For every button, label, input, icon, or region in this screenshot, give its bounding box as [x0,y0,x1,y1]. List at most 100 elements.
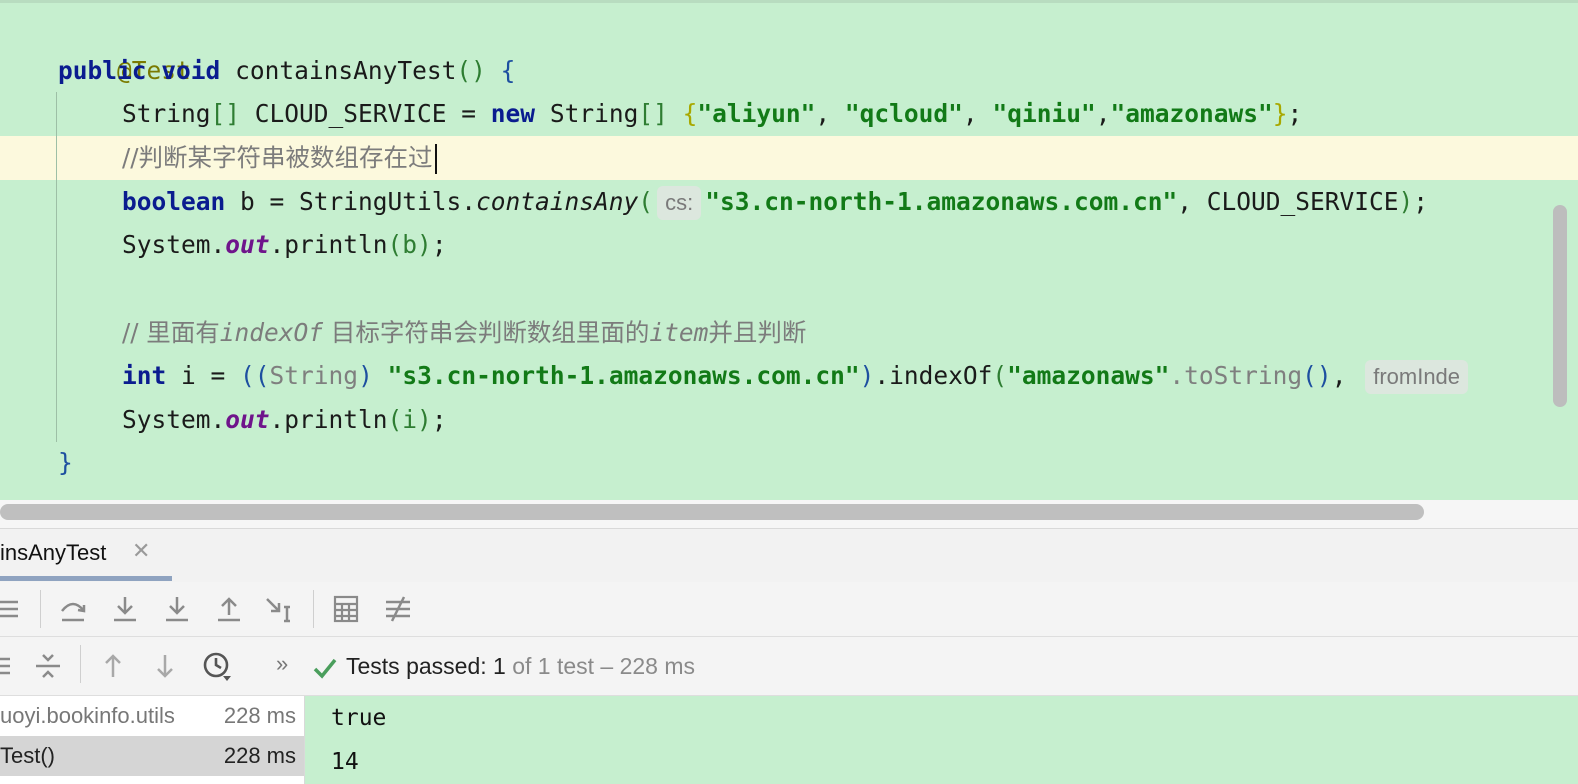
text-caret [434,144,437,174]
tests-passed-label: Tests passed: 1 [346,653,506,679]
test-history-clock-icon[interactable] [201,650,233,682]
keyword-public: public [58,56,147,85]
tree-item-time: 228 ms [223,703,296,728]
checkmark-icon [313,658,337,679]
code-line-10[interactable]: System.out.println(i); [122,398,447,442]
previous-failed-test-icon[interactable] [97,650,129,682]
trace-stream-icon[interactable] [382,593,414,625]
run-tab-bar: insAnyTest ✕ [0,528,1578,583]
console-output[interactable]: true 14 [305,696,1578,784]
step-out-icon[interactable] [213,593,245,625]
test-results-toolbar: » Tests passed: 1 of 1 test – 228 ms [0,637,1578,696]
editor-top-border [0,0,1578,3]
debug-toolbar [0,582,1578,637]
string-literal: "aliyun" [697,99,816,128]
method-name: containsAnyTest [235,56,457,85]
code-line-9[interactable]: int i = ((String) "s3.cn-north-1.amazona… [122,354,1472,398]
evaluate-expression-icon[interactable] [330,593,362,625]
code-editor[interactable]: @Test public void containsAnyTest() { St… [0,0,1578,500]
toolbar-separator [313,590,314,628]
code-line-11[interactable]: } [58,441,73,485]
line-comment: //判断某字符串被数组存在过 [122,143,433,172]
open-paren: ( [638,187,654,216]
test-tree: uoyi.bookinfo.utils 228 ms Test() 228 ms [0,696,305,784]
code-line-6[interactable]: System.out.println(b); [122,223,447,267]
semicolon: ; [1413,187,1428,216]
call-args: (b) [387,230,432,259]
menu-lines-icon[interactable] [0,593,24,625]
semicolon: ; [1287,99,1303,128]
test-status: Tests passed: 1 of 1 test – 228 ms [312,650,695,682]
toolbar-separator [40,590,41,628]
next-failed-test-icon[interactable] [149,650,181,682]
comma: , [962,99,993,128]
force-step-into-icon[interactable] [161,593,193,625]
string-literal: "s3.cn-north-1.amazonaws.com.cn" [372,361,860,390]
variable-decl: CLOUD_SERVICE = [240,99,491,128]
comma: , [1331,361,1362,390]
step-into-icon[interactable] [109,593,141,625]
code-line-5[interactable]: boolean b = StringUtils.containsAny(cs: "… [122,180,1428,224]
parameter-hint-fromindex: fromInde [1365,360,1469,394]
comma: , [815,99,845,128]
variable-decl: b = StringUtils. [225,187,477,216]
code-line-1[interactable]: @Test [58,5,191,85]
call-args: (i) [387,405,432,434]
class-ref: System. [122,230,226,259]
run-tab-label: insAnyTest [0,540,107,565]
comment-part: indexOf [219,318,324,347]
tree-item-method[interactable]: Test() 228 ms [0,736,304,776]
semicolon: ; [431,405,447,434]
keyword-boolean: boolean [122,187,226,216]
semicolon: ; [431,230,447,259]
empty-parens: () [1302,361,1332,390]
tests-summary: of 1 test – 228 ms [505,653,696,679]
method-call: .indexOf [874,361,993,390]
run-tab[interactable]: insAnyTest ✕ [0,529,172,581]
code-line-8[interactable]: // 里面有indexOf 目标字符串会判断数组里面的item并且判断 [122,311,806,355]
string-literal: "qcloud" [844,99,963,128]
variable-decl: i = [166,361,241,390]
run-to-cursor-icon[interactable] [263,593,295,625]
console-line: 14 [331,749,359,775]
tree-item-label: uoyi.bookinfo.utils [0,703,175,728]
close-paren: ) [859,361,875,390]
array-bracket: [] [210,99,241,128]
open-brace: { [500,56,516,85]
array-close-brace: } [1272,99,1288,128]
type-token-2: String [535,99,639,128]
step-over-icon[interactable] [57,593,89,625]
cast-type: String [269,361,359,390]
indent-guide [56,92,57,442]
comment-part: // 里面有 [122,318,220,347]
string-literal: "s3.cn-north-1.amazonaws.com.cn" [705,187,1178,216]
keyword-void: void [161,56,221,85]
code-line-4[interactable]: //判断某字符串被数组存在过 [122,136,437,180]
tree-item-label: Test() [0,743,55,768]
close-icon[interactable]: ✕ [132,538,150,564]
keyword-new: new [490,99,536,128]
collapse-all-icon[interactable] [32,650,64,682]
vertical-scrollbar[interactable] [1553,205,1567,407]
toolbar-separator [80,645,81,683]
array-open-brace: { [682,99,698,128]
method-call: .println [269,230,388,259]
expand-all-icon[interactable] [0,650,18,682]
horizontal-scrollbar[interactable] [0,504,1424,520]
static-field-out: out [225,405,270,434]
code-line-2[interactable]: public void containsAnyTest() { [58,49,515,93]
method-call: .println [269,405,388,434]
tree-item-class[interactable]: uoyi.bookinfo.utils 228 ms [0,696,304,736]
static-method-call: containsAny [476,187,639,216]
method-parens: () [456,56,486,85]
active-tab-indicator [0,576,172,581]
comma: , [1095,99,1111,128]
comment-part: 并且判断 [708,318,807,347]
close-cast-paren: ) [358,361,373,390]
code-line-3[interactable]: String[] CLOUD_SERVICE = new String[] {"… [122,92,1302,136]
close-paren: ) [1398,187,1414,216]
comment-part: 目标字符串会判断数组里面的 [323,318,650,347]
close-brace: } [58,448,73,477]
open-parens: (( [240,361,270,390]
more-actions-icon[interactable]: » [276,651,288,677]
